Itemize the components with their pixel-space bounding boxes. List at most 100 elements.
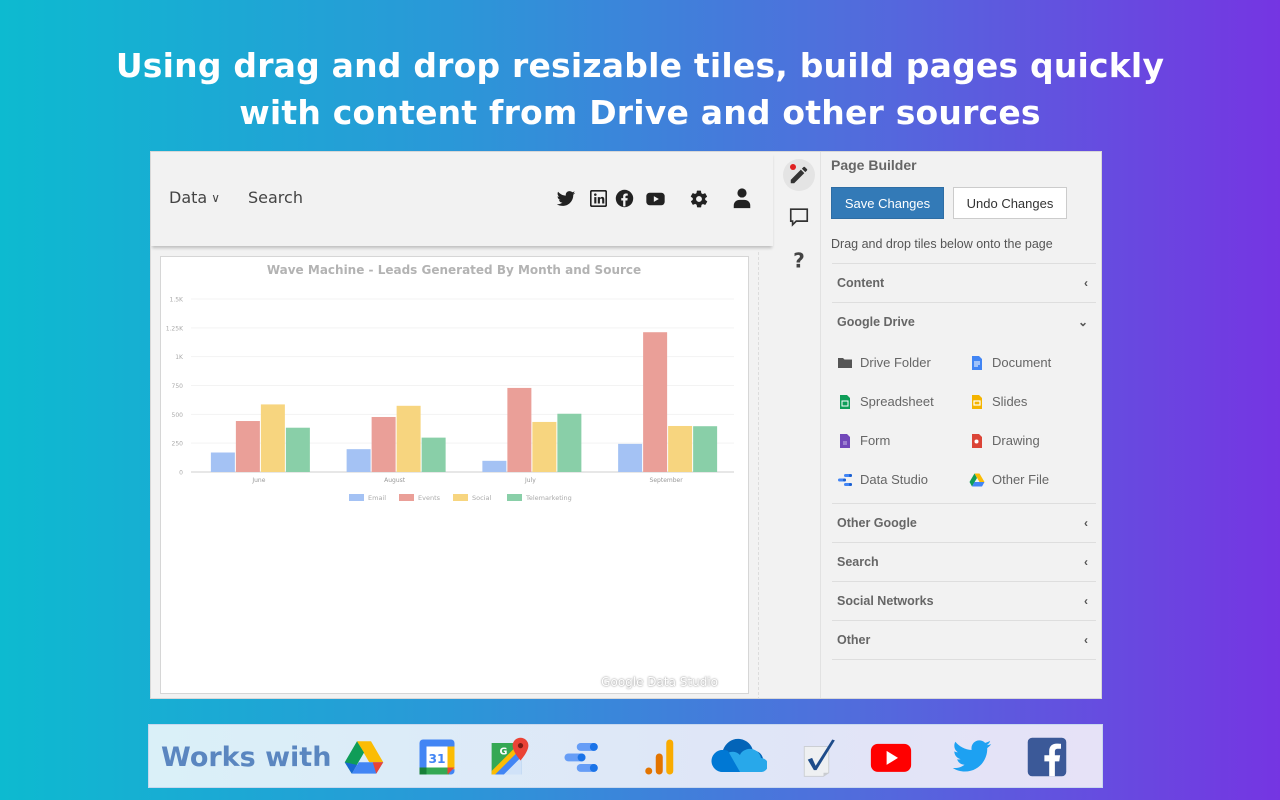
google-slides-icon: [969, 394, 985, 410]
google-forms-icon: [837, 433, 853, 449]
gear-icon[interactable]: [689, 189, 709, 209]
undo-changes-button[interactable]: Undo Changes: [953, 187, 1067, 219]
nav-data-menu[interactable]: Data ∨: [169, 188, 220, 207]
legend-swatch-telemarketing: [507, 494, 522, 501]
facebook-logo: [1026, 736, 1068, 778]
data-studio-icon: [837, 472, 853, 488]
bar-chart: Wave Machine - Leads Generated By Month …: [166, 263, 734, 502]
headline-line-2: with content from Drive and other source…: [239, 93, 1041, 132]
page-builder-panel: Page Builder Save Changes Undo Changes D…: [820, 152, 1101, 698]
y-tick-label: 500: [172, 412, 184, 419]
app-window: Data ∨ Search Wave Machine - Leads Genera…: [150, 151, 1102, 699]
comment-icon: [789, 208, 809, 227]
tile-other-file[interactable]: Other File: [964, 460, 1096, 499]
tile-drawing[interactable]: Drawing: [964, 421, 1096, 460]
chevron-left-icon: ‹: [1084, 516, 1088, 530]
youtube-icon[interactable]: [645, 189, 666, 209]
save-changes-button[interactable]: Save Changes: [831, 187, 944, 219]
works-with-label: Works with: [161, 742, 332, 773]
tile-label: Form: [860, 433, 891, 448]
chart-title: Wave Machine - Leads Generated By Month …: [267, 263, 641, 277]
section-other-google-header[interactable]: Other Google ‹: [832, 504, 1096, 542]
svg-text:31: 31: [428, 752, 445, 766]
x-tick-label: June: [251, 477, 265, 484]
twitter-icon[interactable]: [556, 189, 576, 209]
section-search-header[interactable]: Search ‹: [832, 543, 1096, 581]
tile-spreadsheet[interactable]: Spreadsheet: [832, 382, 964, 421]
tile-label: Data Studio: [860, 472, 928, 487]
x-tick-label: July: [524, 477, 536, 484]
svg-text:G: G: [500, 746, 508, 757]
question-icon: ?: [793, 249, 805, 271]
google-drive-icon: [969, 472, 985, 488]
bar-events-september: [643, 332, 668, 472]
google-drive-logo: [343, 736, 385, 778]
legend-swatch-email: [349, 494, 364, 501]
section-social-networks-header[interactable]: Social Networks ‹: [832, 582, 1096, 620]
data-studio-watermark: Google Data Studio: [601, 675, 718, 689]
tile-form[interactable]: Form: [832, 421, 964, 460]
bar-social-july: [532, 421, 557, 472]
section-label: Content: [837, 276, 885, 290]
bar-telemarketing-september: [693, 426, 718, 472]
drive-tile-grid: Drive Folder Document Spreadsheet Slides: [832, 341, 1096, 503]
headline: Using drag and drop resizable tiles, bui…: [0, 42, 1280, 136]
legend-label-social: Social: [472, 494, 491, 502]
user-icon[interactable]: [731, 187, 753, 209]
chevron-down-icon: ⌄: [1077, 315, 1088, 329]
tile-document[interactable]: Document: [964, 343, 1096, 382]
linkedin-icon[interactable]: [590, 190, 607, 207]
section-label: Social Networks: [837, 594, 934, 608]
bar-email-september: [618, 443, 643, 472]
twitter-logo: [949, 736, 995, 778]
section-social-networks: Social Networks ‹: [832, 581, 1096, 620]
google-analytics-logo: [640, 736, 682, 778]
y-tick-label: 0: [179, 470, 183, 477]
tile-label: Slides: [992, 394, 1028, 409]
google-sheets-icon: [837, 394, 853, 410]
nav-search-link[interactable]: Search: [248, 188, 303, 207]
google-docs-icon: [969, 355, 985, 371]
section-content-header[interactable]: Content ‹: [832, 264, 1096, 302]
section-google-drive-header[interactable]: Google Drive ⌄: [832, 303, 1096, 341]
help-button[interactable]: ?: [783, 244, 815, 276]
checkmark-document-logo: [799, 736, 841, 778]
comment-button[interactable]: [783, 201, 815, 233]
y-tick-label: 750: [172, 383, 184, 390]
bar-telemarketing-august: [421, 437, 446, 472]
x-tick-label: August: [384, 477, 406, 484]
section-google-drive: Google Drive ⌄ Drive Folder Document Spr…: [832, 302, 1096, 503]
bar-social-june: [260, 404, 285, 472]
bar-events-june: [235, 421, 260, 472]
bar-events-july: [507, 387, 532, 472]
bar-social-september: [668, 425, 693, 472]
works-with-bar: Works with 31 G: [148, 724, 1103, 788]
y-tick-label: 1.25K: [166, 325, 184, 332]
section-other: Other ‹: [832, 620, 1096, 660]
section-content: Content ‹: [832, 263, 1096, 302]
section-label: Other: [837, 633, 871, 647]
edit-button[interactable]: [783, 159, 815, 191]
svg-text:?: ?: [793, 249, 805, 271]
headline-line-1: Using drag and drop resizable tiles, bui…: [115, 46, 1165, 85]
bar-email-july: [482, 460, 507, 472]
section-other-google: Other Google ‹: [832, 503, 1096, 542]
tile-data-studio[interactable]: Data Studio: [832, 460, 964, 499]
tile-drive-folder[interactable]: Drive Folder: [832, 343, 964, 382]
panel-hint: Drag and drop tiles below onto the page: [831, 237, 1053, 251]
chevron-left-icon: ‹: [1084, 594, 1088, 608]
chevron-left-icon: ‹: [1084, 633, 1088, 647]
folder-icon: [837, 355, 853, 371]
section-other-header[interactable]: Other ‹: [832, 621, 1096, 659]
google-maps-logo: G: [489, 736, 531, 778]
google-calendar-logo: 31: [416, 736, 458, 778]
legend-label-telemarketing: Telemarketing: [525, 494, 572, 502]
onedrive-logo: [709, 736, 767, 778]
bar-telemarketing-june: [285, 427, 310, 472]
facebook-icon[interactable]: [615, 189, 634, 208]
tile-label: Spreadsheet: [860, 394, 934, 409]
tile-slides[interactable]: Slides: [964, 382, 1096, 421]
section-label: Other Google: [837, 516, 917, 530]
chart-tile[interactable]: Wave Machine - Leads Generated By Month …: [160, 256, 749, 694]
notification-dot: [790, 164, 796, 170]
